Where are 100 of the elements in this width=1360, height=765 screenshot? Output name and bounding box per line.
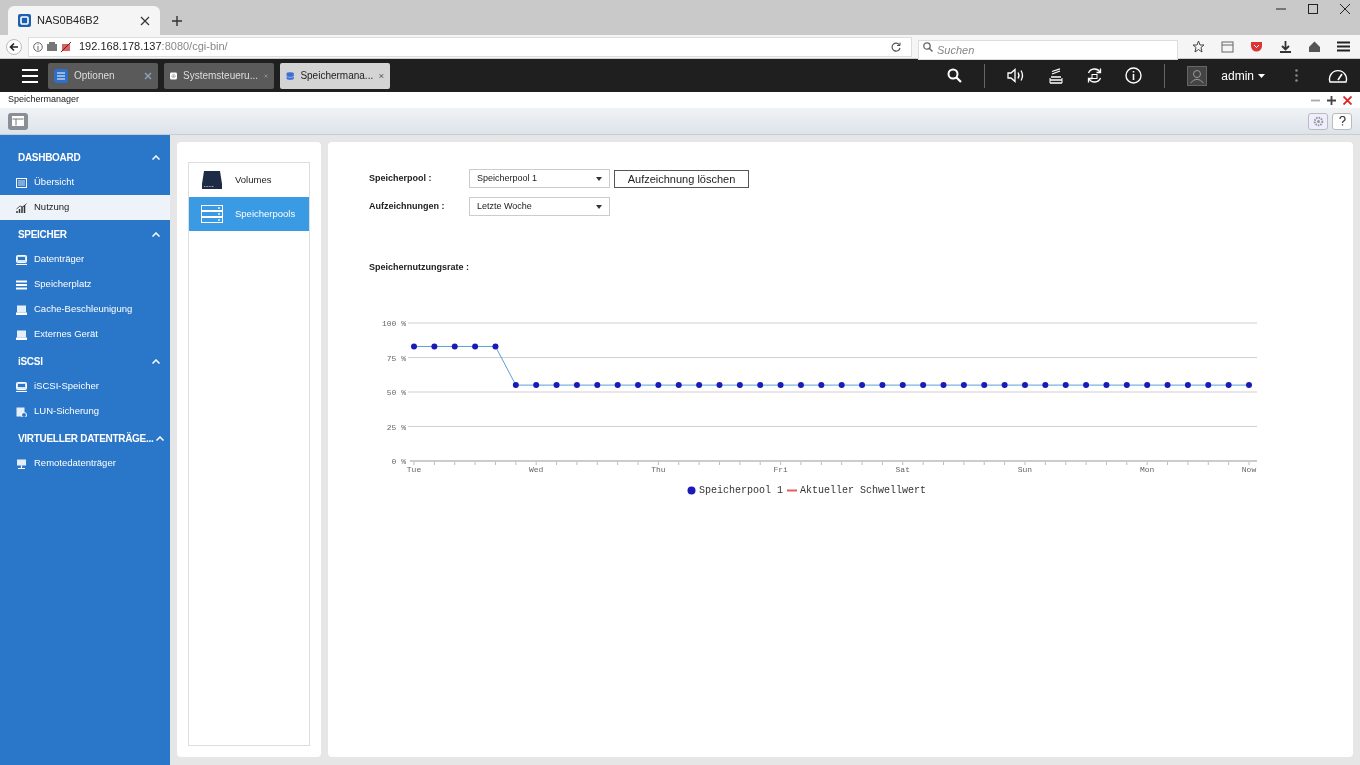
bar-chart-icon xyxy=(16,202,27,213)
data-point xyxy=(1184,381,1191,388)
dashboard-gauge-icon[interactable] xyxy=(1328,67,1348,84)
maximize-icon[interactable] xyxy=(1308,4,1318,14)
data-point xyxy=(451,342,458,349)
data-point xyxy=(1083,381,1090,388)
close-icon[interactable] xyxy=(1343,95,1352,105)
app-icon xyxy=(18,14,31,27)
drive-icon xyxy=(16,304,27,315)
axis-tick-label: Mon xyxy=(1139,464,1155,474)
data-point xyxy=(411,342,417,349)
legend-label: Aktueller Schwellwert xyxy=(800,483,926,498)
backup-icon xyxy=(16,406,27,417)
data-point xyxy=(1123,381,1130,388)
caret-icon xyxy=(596,204,602,209)
axis-tick-label: Fri xyxy=(773,464,788,474)
sidebar-item[interactable]: Remotedatenträger xyxy=(0,451,170,476)
legend-label: Speicherpool 1 xyxy=(698,483,783,498)
star-icon[interactable] xyxy=(1192,40,1205,53)
data-point xyxy=(635,381,641,388)
data-point xyxy=(736,381,743,388)
reload-icon[interactable] xyxy=(891,41,901,52)
data-point xyxy=(716,381,723,388)
plugin-icon xyxy=(47,42,57,51)
app-tab[interactable]: Systemsteueru... xyxy=(164,62,274,89)
stack-icon[interactable] xyxy=(1048,67,1065,84)
panel-icon xyxy=(12,116,24,126)
data-point xyxy=(1022,381,1028,388)
sidebar-item[interactable]: Externes Gerät xyxy=(0,322,170,347)
more-icon[interactable] xyxy=(1295,69,1298,82)
calendar-icon[interactable] xyxy=(1221,40,1234,53)
info-icon[interactable] xyxy=(1125,67,1143,84)
pocket-icon[interactable] xyxy=(1250,40,1263,53)
dropdown[interactable]: Letzte Woche xyxy=(469,197,610,216)
axis-tick-label: 25 % xyxy=(386,422,406,431)
data-point xyxy=(899,381,906,388)
data-point xyxy=(1042,381,1049,388)
download-icon[interactable] xyxy=(1279,40,1292,53)
help-button[interactable] xyxy=(1332,112,1352,130)
field-label: Speicherpool : xyxy=(369,171,433,185)
home-icon[interactable] xyxy=(1308,40,1321,53)
dropdown[interactable]: Speicherpool 1 xyxy=(469,169,610,188)
close-icon[interactable] xyxy=(140,15,150,26)
data-point xyxy=(1144,381,1151,388)
sidebar-item[interactable]: LUN-Sicherung xyxy=(0,399,170,424)
data-point xyxy=(655,381,662,388)
sidebar-section-header[interactable]: DASHBOARD xyxy=(0,145,170,170)
nav-item[interactable]: Speicherpools xyxy=(189,197,309,231)
app-tab[interactable]: Speichermana... xyxy=(280,62,390,89)
menu-icon[interactable] xyxy=(1337,41,1350,52)
axis-tick-label: 0 % xyxy=(391,456,406,466)
sliders-icon xyxy=(54,68,68,83)
data-point xyxy=(920,381,927,388)
list-icon xyxy=(16,279,27,290)
maximize-icon[interactable] xyxy=(1327,95,1336,105)
axis-tick-label: Wed xyxy=(529,464,544,474)
axis-tick-label: Sun xyxy=(1017,464,1033,474)
data-point xyxy=(757,381,764,388)
data-point xyxy=(472,342,479,349)
axis-tick-label: Now xyxy=(1241,464,1257,474)
axis-tick-label: 75 % xyxy=(386,353,406,362)
data-point xyxy=(553,381,560,388)
data-point xyxy=(818,381,825,388)
window-title: Speichermanager xyxy=(8,93,81,107)
sidebar-item[interactable]: Speicherplatz xyxy=(0,272,170,297)
new-tab-icon[interactable] xyxy=(172,16,182,26)
data-point xyxy=(981,381,988,388)
sidebar-item[interactable]: Übersicht xyxy=(0,170,170,195)
sidebar-item[interactable]: iSCSI-Speicher xyxy=(0,374,170,399)
sidebar-item[interactable]: Datenträger xyxy=(0,247,170,272)
browser-tab[interactable]: NAS0B46B2 xyxy=(8,6,160,35)
search-icon xyxy=(923,41,933,52)
search-field[interactable]: Suchen xyxy=(918,39,1178,60)
data-point xyxy=(1205,381,1212,388)
legend-line-icon xyxy=(787,488,797,492)
search-icon[interactable] xyxy=(947,68,963,83)
data-point xyxy=(594,381,601,388)
back-icon[interactable] xyxy=(6,38,22,55)
sidebar-item[interactable]: Nutzung xyxy=(0,195,170,220)
data-point xyxy=(492,342,499,349)
data-point xyxy=(614,381,621,388)
clear-records-button[interactable]: Aufzeichnung löschen xyxy=(614,169,749,188)
data-point xyxy=(431,342,438,349)
user-menu[interactable]: admin xyxy=(1221,66,1265,85)
data-point xyxy=(859,381,866,388)
data-point xyxy=(960,381,967,388)
nav-item[interactable]: Volumes xyxy=(189,163,309,197)
legend-marker-icon xyxy=(686,485,696,495)
user-avatar-icon[interactable] xyxy=(1187,65,1208,86)
app-tab[interactable]: Optionen xyxy=(48,62,158,89)
sidebar-item[interactable]: Cache-Beschleunigung xyxy=(0,297,170,322)
sidebar-section-header[interactable]: SPEICHER xyxy=(0,222,170,247)
close-icon[interactable] xyxy=(1340,4,1350,14)
axis-tick-label: 100 % xyxy=(382,318,406,328)
sync-icon[interactable] xyxy=(1086,67,1104,84)
sidebar-section-header[interactable]: VIRTUELLER DATENTRÄGE... xyxy=(0,426,170,451)
toggle-panel-button[interactable] xyxy=(8,112,28,130)
data-point xyxy=(512,381,519,388)
sidebar-section-header[interactable]: iSCSI xyxy=(0,349,170,374)
address-field[interactable]: 192.168.178.137:8080/cgi-bin/ xyxy=(28,36,912,57)
